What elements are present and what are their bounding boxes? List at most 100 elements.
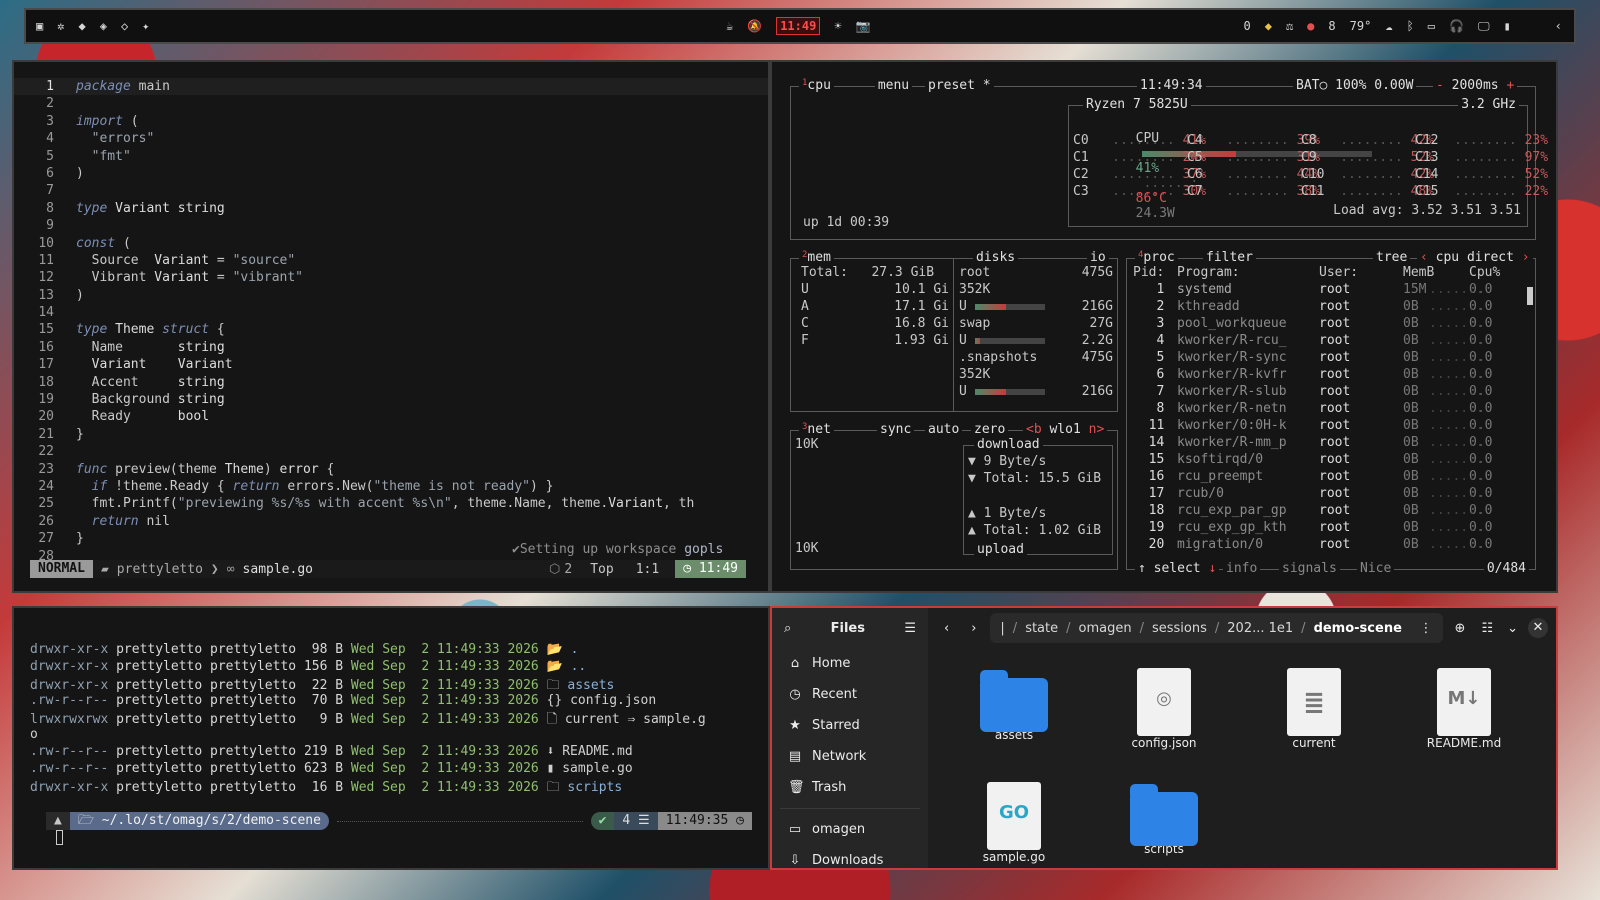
- proc-nice-button[interactable]: Nice: [1357, 561, 1395, 576]
- proc-row[interactable]: 3 pool_workqueue root 0B 0.0.......: [1133, 316, 1527, 333]
- file-item[interactable]: ≣ current: [1264, 668, 1364, 750]
- code-line[interactable]: 21}: [14, 426, 768, 443]
- notification-icon[interactable]: 🔕: [747, 19, 762, 33]
- sidebar-item-network[interactable]: ▤ Network: [772, 741, 928, 772]
- net-iface-next[interactable]: n>: [1089, 422, 1105, 437]
- proc-row[interactable]: 2 kthreadd root 0B 0.0.......: [1133, 299, 1527, 316]
- code-line[interactable]: 26 return nil: [14, 513, 768, 530]
- breadcrumb-menu-icon[interactable]: ⋮: [1414, 621, 1439, 636]
- code-line[interactable]: 24 if !theme.Ready { return errors.New("…: [14, 478, 768, 495]
- code-line[interactable]: 1 package main: [14, 78, 768, 96]
- disks-tab[interactable]: disks: [973, 250, 1019, 265]
- net-iface-prev[interactable]: <b: [1026, 422, 1042, 437]
- menu-button[interactable]: mmenu: [875, 78, 913, 93]
- code-line[interactable]: 2: [14, 95, 768, 112]
- code-line[interactable]: 23 func preview(theme Theme) error {: [14, 461, 768, 478]
- code-line[interactable]: 16 Name string: [14, 339, 768, 356]
- proc-row[interactable]: 18 rcu_exp_par_gp root 0B 0.0.......: [1133, 503, 1527, 520]
- battery-icon[interactable]: ▮: [1504, 19, 1511, 33]
- proc-row[interactable]: 6 kworker/R-kvfr root 0B 0.0.......: [1133, 367, 1527, 384]
- proc-row[interactable]: 5 kworker/R-sync root 0B 0.0.......: [1133, 350, 1527, 367]
- net-zero-toggle[interactable]: zero: [971, 422, 1009, 437]
- breadcrumb-overflow[interactable]: |: [994, 618, 1010, 639]
- code-line[interactable]: 9: [14, 217, 768, 234]
- close-icon[interactable]: ✕: [1528, 618, 1548, 638]
- proc-row[interactable]: 15 ksoftirqd/0 root 0B 0.0.......: [1133, 452, 1527, 469]
- sidebar-item-home[interactable]: ⌂ Home: [772, 648, 928, 679]
- view-options-chevron-icon[interactable]: ⌄: [1503, 621, 1522, 636]
- code-line[interactable]: 12 Vibrant Variant = "vibrant": [14, 269, 768, 286]
- proc-row[interactable]: 17 rcub/0 root 0B 0.0.......: [1133, 486, 1527, 503]
- sidebar-item-recent[interactable]: ◷ Recent: [772, 679, 928, 710]
- cpu-tab[interactable]: 1cpu: [799, 78, 834, 93]
- workspace-2-icon[interactable]: ◆: [78, 19, 85, 33]
- workspace-1-icon[interactable]: ✲: [57, 19, 64, 33]
- sidebar-item-starred[interactable]: ★ Starred: [772, 710, 928, 741]
- sidebar-item-omagen[interactable]: ▭ omagen: [772, 814, 928, 845]
- update-interval[interactable]: - 2000ms +: [1433, 78, 1518, 93]
- code-buffer[interactable]: 1 package main 2 3 import (4 "errors" 5 "fmt"…: [14, 78, 768, 565]
- breadcrumb-item[interactable]: omagen: [1073, 618, 1138, 639]
- net-sync-toggle[interactable]: sync: [877, 422, 915, 437]
- proc-signals-button[interactable]: signals: [1279, 561, 1340, 576]
- proc-row[interactable]: 1 systemd root 15M 0.0.......: [1133, 282, 1527, 299]
- proc-tab[interactable]: 4proc: [1135, 250, 1178, 265]
- sidebar-item-downloads[interactable]: ⇩ Downloads: [772, 845, 928, 868]
- file-item[interactable]: GO sample.go: [964, 782, 1064, 864]
- collapse-tray-icon[interactable]: ‹: [1555, 19, 1562, 33]
- code-line[interactable]: 15 type Theme struct {: [14, 321, 768, 338]
- proc-row[interactable]: 4 kworker/R-rcu_ root 0B 0.0.......: [1133, 333, 1527, 350]
- code-line[interactable]: 10 const (: [14, 235, 768, 252]
- file-item[interactable]: assets: [964, 668, 1064, 742]
- code-line[interactable]: 3 import (: [14, 113, 768, 130]
- proc-scrollbar[interactable]: [1527, 287, 1533, 305]
- brightness-icon[interactable]: ☀: [834, 19, 841, 33]
- code-line[interactable]: 17 Variant Variant: [14, 356, 768, 373]
- proc-select-button[interactable]: ↑ select ↓: [1135, 561, 1220, 576]
- shell-prompt[interactable]: ▲ 🗁 ~/.lo/st/omag/s/2/demo-scene ✔ 4 ☰ 1…: [46, 812, 752, 830]
- file-item[interactable]: ◎ config.json: [1114, 668, 1214, 750]
- proc-col-header[interactable]: User:: [1319, 265, 1358, 280]
- idle-inhibitor-icon[interactable]: ☕: [726, 19, 733, 33]
- mem-tab[interactable]: 2mem: [799, 250, 834, 265]
- list-view-icon[interactable]: ☷: [1477, 621, 1497, 636]
- net-auto-toggle[interactable]: auto: [925, 422, 963, 437]
- code-line[interactable]: 13): [14, 287, 768, 304]
- back-button[interactable]: ‹: [936, 621, 957, 636]
- code-line[interactable]: 7: [14, 182, 768, 199]
- file-item[interactable]: scripts: [1114, 782, 1214, 856]
- proc-col-header[interactable]: Pid:: [1133, 265, 1164, 280]
- cloud-icon[interactable]: ☁: [1385, 19, 1392, 33]
- proc-row[interactable]: 14 kworker/R-mm_p root 0B 0.0.......: [1133, 435, 1527, 452]
- workspace-4-icon[interactable]: ◇: [121, 19, 128, 33]
- whatsapp-icon[interactable]: ●: [1307, 19, 1314, 33]
- headphones-icon[interactable]: 🎧: [1449, 19, 1464, 33]
- proc-col-header[interactable]: MemB: [1403, 265, 1434, 280]
- code-line[interactable]: 5 "fmt": [14, 148, 768, 165]
- proc-row[interactable]: 11 kworker/0:0H-k root 0B 0.0.......: [1133, 418, 1527, 435]
- sidebar-item-trash[interactable]: 🗑 Trash: [772, 772, 928, 803]
- terminal-window[interactable]: drwxr-xr-x prettyletto prettyletto 98 B …: [12, 606, 770, 870]
- code-line[interactable]: 18 Accent string: [14, 374, 768, 391]
- proc-row[interactable]: 19 rcu_exp_gp_kth root 0B 0.0.......: [1133, 520, 1527, 537]
- proc-info-button[interactable]: info: [1223, 561, 1261, 576]
- breadcrumb-item[interactable]: state: [1019, 618, 1064, 639]
- screenshot-icon[interactable]: 📷: [856, 19, 871, 33]
- code-line[interactable]: 22: [14, 443, 768, 460]
- code-line[interactable]: 25 fmt.Printf("previewing %s/%s with acc…: [14, 495, 768, 512]
- workspace-overview-icon[interactable]: ▣: [36, 19, 43, 33]
- monitor-icon[interactable]: 🖵: [1478, 19, 1490, 34]
- proc-row[interactable]: 20 migration/0 root 0B 0.0.......: [1133, 537, 1527, 554]
- code-line[interactable]: 19 Background string: [14, 391, 768, 408]
- code-editor-window[interactable]: 1 package main 2 3 import (4 "errors" 5 "fmt"…: [12, 60, 770, 593]
- workspace-3-icon[interactable]: ◈: [100, 19, 107, 33]
- bluetooth-icon[interactable]: ᛒ: [1407, 19, 1414, 33]
- proc-sort[interactable]: ‹ cpu direct ›: [1417, 250, 1533, 265]
- io-tab[interactable]: io: [1087, 250, 1109, 265]
- code-line[interactable]: 8 type Variant string: [14, 200, 768, 217]
- file-item[interactable]: M↓ README.md: [1414, 668, 1514, 750]
- breadcrumb-item[interactable]: 202... 1e1: [1221, 618, 1299, 639]
- proc-row[interactable]: 16 rcu_preempt root 0B 0.0.......: [1133, 469, 1527, 486]
- clock[interactable]: 11:49: [776, 17, 821, 35]
- proc-col-header[interactable]: Cpu%: [1469, 265, 1500, 280]
